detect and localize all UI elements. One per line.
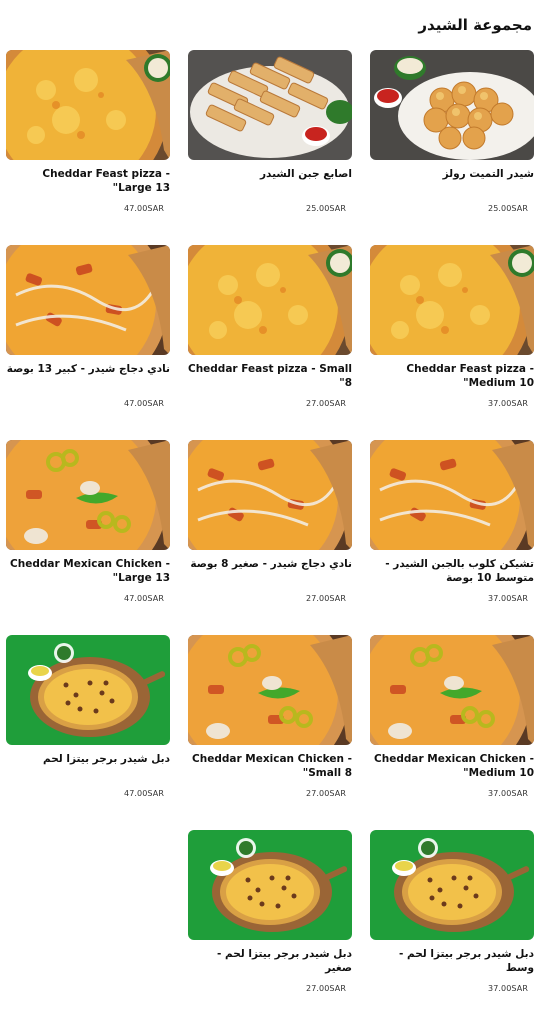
product-image — [188, 830, 352, 940]
product-name: نادي دجاج شيدر - صغير 8 بوصة — [190, 558, 352, 570]
product-card[interactable]: نادي دجاج شيدر - صغير 8 بوصة 27.00SAR — [188, 440, 352, 635]
product-name: Cheddar Mexican Chicken - Small 8" — [192, 753, 352, 779]
product-image — [6, 440, 170, 550]
product-image — [370, 440, 534, 550]
product-card[interactable]: نادي دجاج شيدر - كبير 13 بوصة 47.00SAR — [6, 245, 170, 440]
product-image — [188, 635, 352, 745]
product-price: 47.00SAR — [124, 594, 164, 603]
product-card[interactable]: دبل شيدر برجر بيتزا لحم - وسط 37.00SAR — [370, 830, 534, 1025]
product-image — [370, 50, 534, 160]
product-card[interactable]: Cheddar Mexican Chicken - Large 13" 47.0… — [6, 440, 170, 635]
product-image — [6, 245, 170, 355]
product-price: 37.00SAR — [488, 789, 528, 798]
product-name: اصابع جبن الشيدر — [259, 168, 352, 180]
product-name: شيدر التميت رولز — [442, 168, 534, 180]
product-card[interactable]: Cheddar Feast pizza - Large 13" 47.00SAR — [6, 50, 170, 245]
product-card[interactable]: Cheddar Feast pizza - Small 8" 27.00SAR — [188, 245, 352, 440]
product-card[interactable]: Cheddar Feast pizza - Medium 10" 37.00SA… — [370, 245, 534, 440]
product-name: Cheddar Mexican Chicken - Medium 10" — [374, 753, 534, 779]
product-name: دبل شيدر برجر بيتزا لحم — [42, 753, 170, 765]
product-card[interactable]: اصابع جبن الشيدر 25.00SAR — [188, 50, 352, 245]
product-image — [188, 440, 352, 550]
product-price: 37.00SAR — [488, 984, 528, 993]
product-card[interactable]: Cheddar Mexican Chicken - Medium 10" 37.… — [370, 635, 534, 830]
page-title: مجموعة الشيدر — [418, 16, 532, 34]
product-image — [188, 50, 352, 160]
product-card[interactable]: دبل شيدر برجر بيتزا لحم 47.00SAR — [6, 635, 170, 830]
product-price: 27.00SAR — [306, 789, 346, 798]
product-image — [370, 830, 534, 940]
product-name: Cheddar Mexican Chicken - Large 13" — [10, 558, 170, 584]
product-card[interactable]: Cheddar Mexican Chicken - Small 8" 27.00… — [188, 635, 352, 830]
product-image — [6, 635, 170, 745]
product-name: Cheddar Feast pizza - Medium 10" — [406, 363, 534, 389]
product-price: 27.00SAR — [306, 984, 346, 993]
product-image — [6, 50, 170, 160]
product-price: 37.00SAR — [488, 399, 528, 408]
product-price: 25.00SAR — [306, 204, 346, 213]
product-name: Cheddar Feast pizza - Small 8" — [188, 363, 352, 389]
product-price: 27.00SAR — [306, 594, 346, 603]
product-price: 47.00SAR — [124, 789, 164, 798]
product-card[interactable]: تشيكن كلوب بالجبن الشيدر - متوسط 10 بوصة… — [370, 440, 534, 635]
product-name: Cheddar Feast pizza - Large 13" — [42, 168, 170, 194]
product-image — [370, 245, 534, 355]
product-name: دبل شيدر برجر بيتزا لحم - وسط — [398, 948, 534, 974]
product-name: نادي دجاج شيدر - كبير 13 بوصة — [6, 363, 170, 375]
product-image — [370, 635, 534, 745]
product-image — [188, 245, 352, 355]
product-price: 27.00SAR — [306, 399, 346, 408]
product-price: 25.00SAR — [488, 204, 528, 213]
product-card[interactable]: دبل شيدر برجر بيتزا لحم - صغير 27.00SAR — [188, 830, 352, 1025]
product-name: دبل شيدر برجر بيتزا لحم - صغير — [216, 948, 352, 974]
product-price: 47.00SAR — [124, 399, 164, 408]
product-price: 37.00SAR — [488, 594, 528, 603]
product-card[interactable]: شيدر التميت رولز 25.00SAR — [370, 50, 534, 245]
product-grid: شيدر التميت رولز 25.00SAR اصابع جبن الشي… — [6, 50, 534, 1025]
product-price: 47.00SAR — [124, 204, 164, 213]
product-name: تشيكن كلوب بالجبن الشيدر - متوسط 10 بوصة — [385, 558, 534, 584]
